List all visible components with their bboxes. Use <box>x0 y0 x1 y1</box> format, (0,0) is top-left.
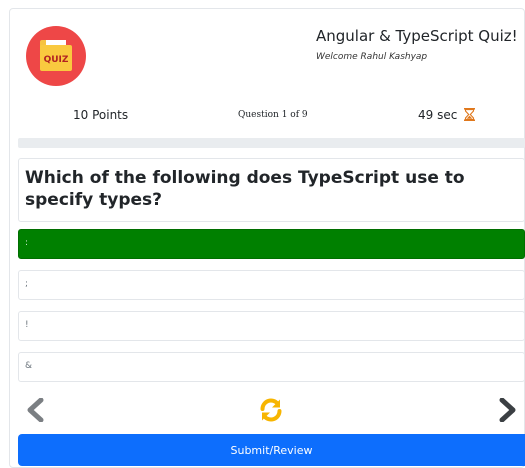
answer-option-label: ! <box>25 320 29 330</box>
welcome-message: Welcome Rahul Kashyap <box>316 52 428 62</box>
answer-option-2[interactable]: ; <box>18 270 525 300</box>
answer-option-label: : <box>25 238 29 248</box>
progress-bar <box>18 138 525 148</box>
logo-text: QUIZ <box>43 55 69 65</box>
answer-option-label: & <box>25 361 33 371</box>
hourglass-icon <box>464 108 476 121</box>
answer-option-1[interactable]: : <box>18 229 525 259</box>
refresh-icon[interactable] <box>258 397 284 423</box>
timer-display: 49 sec <box>418 108 476 122</box>
question-text: Which of the following does TypeScript u… <box>25 168 465 210</box>
question-counter: Question 1 of 9 <box>238 110 308 120</box>
submit-review-button[interactable]: Submit/Review <box>18 434 525 466</box>
question-card: Which of the following does TypeScript u… <box>18 158 525 222</box>
points-display: 10 Points <box>73 108 129 122</box>
quiz-logo: QUIZ <box>26 26 86 86</box>
quiz-title: Angular & TypeScript Quiz! <box>316 27 518 45</box>
answer-option-4[interactable]: & <box>18 352 525 382</box>
chevron-left-icon[interactable] <box>26 398 44 422</box>
chevron-right-icon[interactable] <box>499 398 517 422</box>
timer-text: 49 sec <box>418 108 458 122</box>
answer-option-label: ; <box>25 279 29 289</box>
answer-option-3[interactable]: ! <box>18 311 525 341</box>
